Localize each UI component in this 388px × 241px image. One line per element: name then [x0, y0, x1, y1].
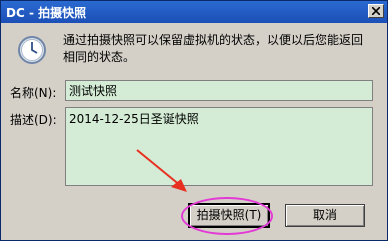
snapshot-dialog-window: DC - 拍摄快照 通过拍摄快照可以保留虚拟机的状态，以便以后您能返回相同的状态… — [0, 0, 388, 241]
annotation-arrow — [136, 149, 187, 192]
